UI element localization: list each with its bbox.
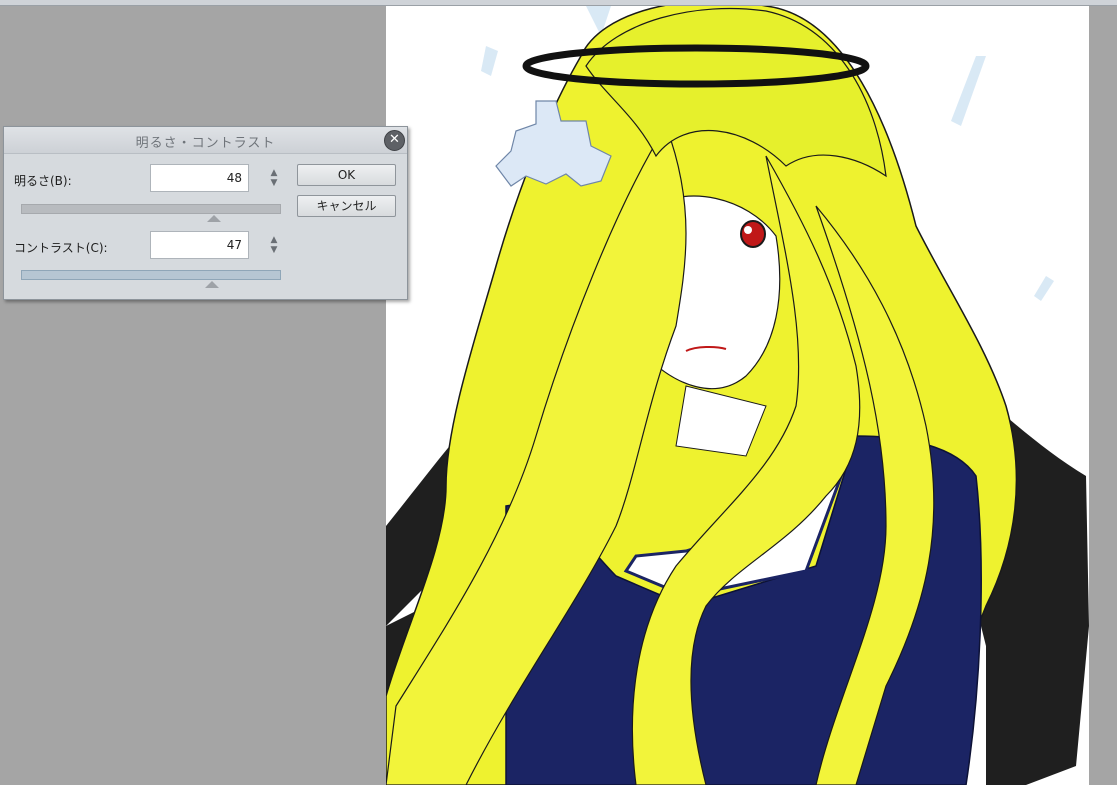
contrast-slider-thumb[interactable] bbox=[205, 281, 219, 288]
workspace-gutter bbox=[1089, 6, 1117, 785]
dialog-titlebar[interactable]: 明るさ・コントラスト ✕ bbox=[4, 127, 407, 154]
close-icon[interactable]: ✕ bbox=[384, 130, 405, 151]
artwork-illustration bbox=[386, 6, 1089, 785]
brightness-contrast-dialog: 明るさ・コントラスト ✕ 明るさ(B): 48 ▲ ▼ コントラスト(C): 47… bbox=[3, 126, 408, 300]
brightness-input[interactable]: 48 bbox=[150, 164, 249, 192]
contrast-spin-arrows-icon[interactable]: ▲ ▼ bbox=[267, 236, 281, 258]
ok-button[interactable]: OK bbox=[297, 164, 396, 186]
contrast-slider[interactable] bbox=[21, 270, 281, 280]
cancel-button[interactable]: キャンセル bbox=[297, 195, 396, 217]
eye bbox=[740, 220, 766, 248]
brightness-label: 明るさ(B): bbox=[14, 174, 72, 188]
brightness-spin-arrows-icon[interactable]: ▲ ▼ bbox=[267, 169, 281, 191]
brightness-slider-thumb[interactable] bbox=[207, 215, 221, 222]
contrast-input[interactable]: 47 bbox=[150, 231, 249, 259]
brightness-slider[interactable] bbox=[21, 204, 281, 214]
artwork-canvas[interactable] bbox=[386, 6, 1089, 785]
contrast-label: コントラスト(C): bbox=[14, 241, 108, 255]
dialog-title: 明るさ・コントラスト bbox=[135, 136, 276, 151]
